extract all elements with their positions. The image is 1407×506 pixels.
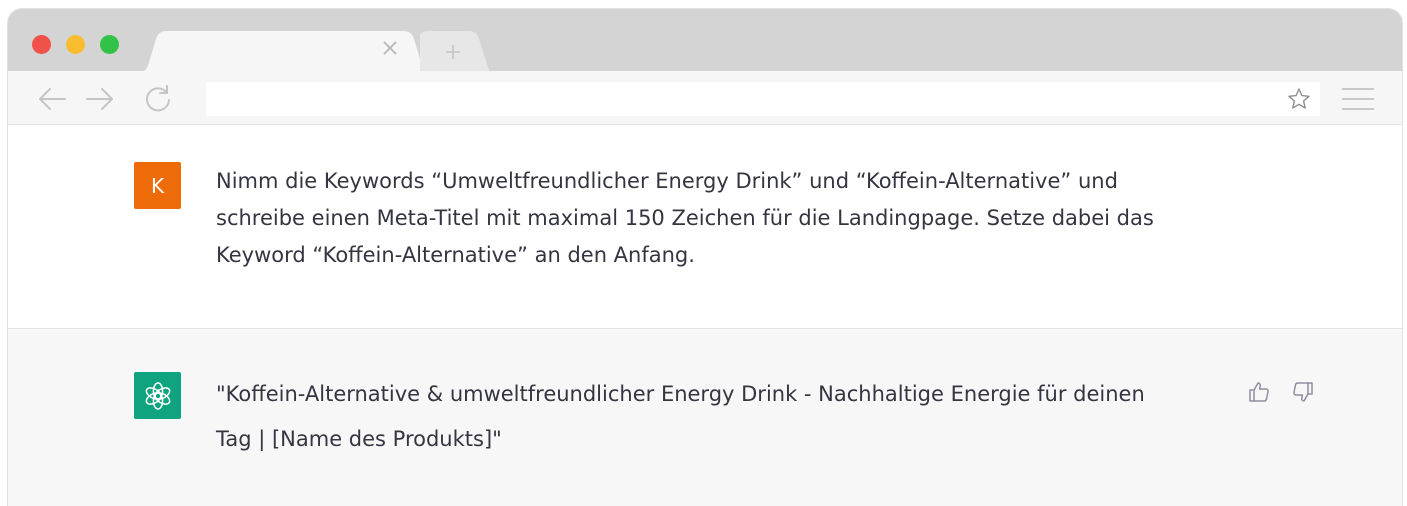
chat-content: K Nimm die Keywords “Umweltfreundlicher …	[8, 125, 1402, 506]
window-close-button[interactable]	[32, 35, 51, 54]
assistant-message-text: "Koffein-Alternative & umweltfreundliche…	[216, 382, 1145, 451]
hamburger-icon[interactable]	[1338, 83, 1378, 115]
browser-toolbar	[8, 71, 1402, 125]
arrow-right-icon[interactable]	[84, 83, 116, 115]
user-avatar: K	[134, 162, 181, 209]
arrow-left-icon[interactable]	[36, 83, 68, 115]
reload-icon[interactable]	[142, 83, 174, 115]
tab-close-icon[interactable]	[382, 40, 404, 62]
user-avatar-letter: K	[150, 173, 165, 198]
browser-window: K Nimm die Keywords “Umweltfreundlicher …	[8, 9, 1402, 506]
new-tab-button[interactable]	[420, 31, 490, 73]
window-minimize-button[interactable]	[66, 35, 85, 54]
openai-logo-icon	[134, 372, 181, 419]
assistant-message: "Koffein-Alternative & umweltfreundliche…	[8, 329, 1402, 506]
url-input[interactable]	[216, 88, 1260, 112]
thumbs-up-icon[interactable]	[1244, 377, 1274, 407]
star-icon[interactable]	[1286, 86, 1312, 112]
tab-bar	[8, 9, 1402, 73]
window-maximize-button[interactable]	[100, 35, 119, 54]
user-message: K Nimm die Keywords “Umweltfreundlicher …	[8, 125, 1402, 329]
thumbs-down-icon[interactable]	[1288, 377, 1318, 407]
user-message-text: Nimm die Keywords “Umweltfreundlicher En…	[216, 169, 1154, 267]
address-bar[interactable]	[206, 82, 1320, 116]
active-tab[interactable]	[136, 31, 438, 73]
